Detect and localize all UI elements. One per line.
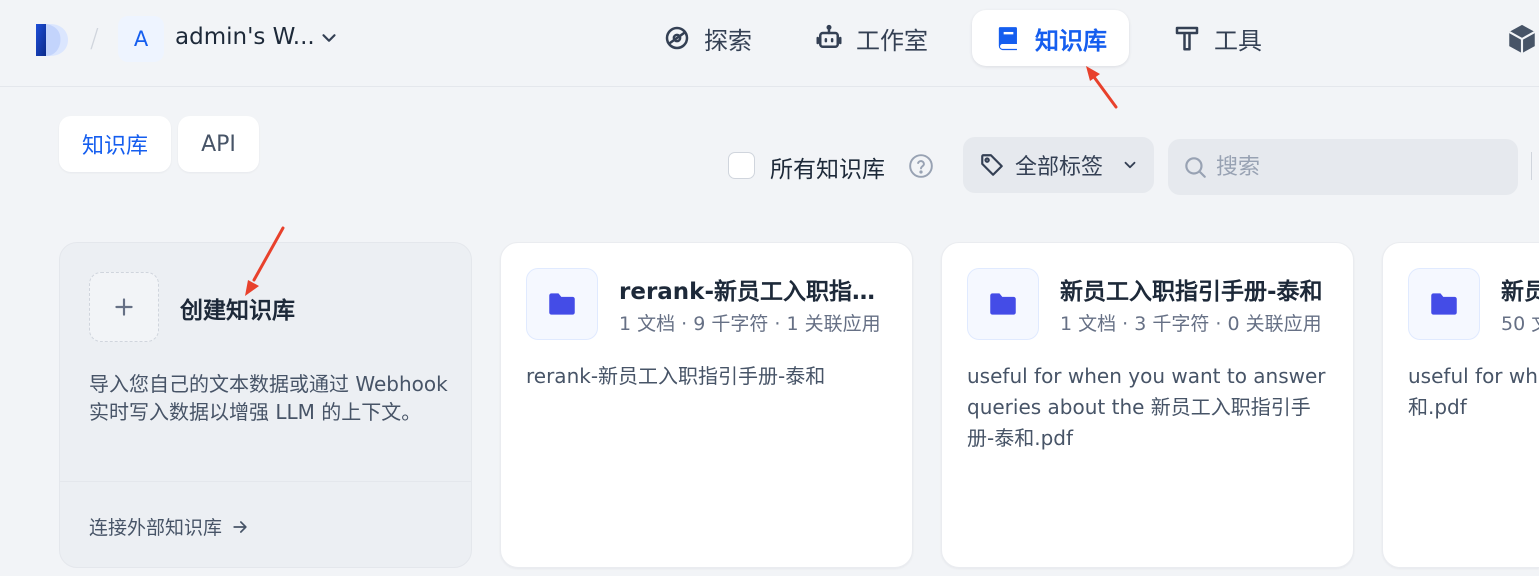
compass-icon bbox=[665, 26, 689, 50]
help-icon[interactable] bbox=[908, 153, 934, 179]
nav-knowledge[interactable]: 知识库 bbox=[972, 10, 1129, 66]
arrow-right-icon bbox=[233, 520, 247, 533]
breadcrumb-separator: / bbox=[90, 24, 99, 54]
kb-description: useful for when you want to answer queri… bbox=[967, 364, 1326, 450]
kb-description: useful for wh queries about 册-泰和.pdf bbox=[1408, 364, 1539, 419]
top-header: / A admin's W... 探索 工作室 知识库 工具 bbox=[0, 0, 1539, 87]
create-knowledge-description: 导入您自己的文本数据或通过 Webhook 实时写入数据以增强 LLM 的上下文… bbox=[89, 372, 448, 424]
chevron-down-icon[interactable] bbox=[318, 27, 340, 49]
connect-external-label: 连接外部知识库 bbox=[89, 517, 223, 539]
folder-icon bbox=[1431, 293, 1457, 315]
nav-studio-label: 工作室 bbox=[856, 26, 928, 55]
workspace-avatar[interactable]: A bbox=[118, 16, 164, 62]
kb-stats: 1 文档 · 9 千字符 · 1 关联应用 bbox=[619, 313, 881, 335]
toolbar-divider bbox=[1531, 152, 1532, 180]
nav-knowledge-label: 知识库 bbox=[1035, 26, 1107, 55]
knowledge-card[interactable]: 新员工入职指引手册-泰和 1 文档 · 3 千字符 · 0 关联应用 usefu… bbox=[941, 242, 1354, 568]
connect-external-link[interactable]: 连接外部知识库 bbox=[89, 513, 250, 540]
knowledge-card[interactable]: rerank-新员工入职指引手册-泰和 1 文档 · 9 千字符 · 1 关联应… bbox=[500, 242, 913, 568]
workspace-name[interactable]: admin's W... bbox=[175, 24, 315, 50]
create-card-divider bbox=[60, 481, 471, 482]
kb-name: rerank-新员工入职指引手册-泰和 bbox=[619, 279, 889, 305]
kb-stats: 1 文档 · 3 千字符 · 0 关联应用 bbox=[1060, 313, 1322, 335]
tag-filter-dropdown[interactable]: 全部标签 bbox=[963, 137, 1154, 193]
tab-knowledge[interactable]: 知识库 bbox=[59, 116, 171, 172]
robot-icon bbox=[816, 24, 842, 48]
tab-api[interactable]: API bbox=[178, 116, 259, 172]
kb-icon-box bbox=[526, 268, 598, 340]
cube-icon[interactable] bbox=[1505, 22, 1539, 56]
kb-stats: 50 文 bbox=[1501, 313, 1539, 335]
folder-icon bbox=[549, 293, 575, 315]
create-knowledge-card[interactable]: 创建知识库 导入您自己的文本数据或通过 Webhook 实时写入数据以增强 LL… bbox=[59, 242, 472, 568]
search-box[interactable] bbox=[1168, 139, 1518, 195]
nav-tools[interactable]: 工具 bbox=[1150, 10, 1284, 66]
all-knowledge-checkbox[interactable] bbox=[728, 152, 755, 179]
knowledge-card[interactable]: 新员 50 文 useful for wh queries about 册-泰和… bbox=[1382, 242, 1539, 568]
nav-explore[interactable]: 探索 bbox=[640, 10, 774, 66]
create-plus-button[interactable] bbox=[89, 272, 159, 342]
book-icon bbox=[998, 27, 1017, 51]
kb-description: rerank-新员工入职指引手册-泰和 bbox=[526, 364, 826, 388]
nav-tools-label: 工具 bbox=[1214, 26, 1262, 55]
hammer-icon bbox=[1175, 26, 1199, 51]
kb-icon-box bbox=[1408, 268, 1480, 340]
kb-icon-box bbox=[967, 268, 1039, 340]
tag-icon bbox=[981, 154, 1003, 176]
nav-studio[interactable]: 工作室 bbox=[792, 10, 950, 66]
folder-icon bbox=[990, 293, 1016, 315]
chevron-down-icon bbox=[1124, 161, 1136, 169]
kb-name: 新员工入职指引手册-泰和 bbox=[1060, 279, 1323, 305]
nav-explore-label: 探索 bbox=[704, 26, 752, 55]
app-logo-icon[interactable] bbox=[34, 22, 70, 58]
search-icon bbox=[1185, 157, 1206, 178]
search-input[interactable] bbox=[1216, 154, 1496, 180]
all-knowledge-label[interactable]: 所有知识库 bbox=[770, 150, 885, 184]
create-knowledge-title[interactable]: 创建知识库 bbox=[180, 291, 295, 325]
plus-icon bbox=[115, 298, 133, 316]
tag-filter-label: 全部标签 bbox=[1015, 155, 1104, 180]
kb-name: 新员 bbox=[1501, 279, 1539, 305]
